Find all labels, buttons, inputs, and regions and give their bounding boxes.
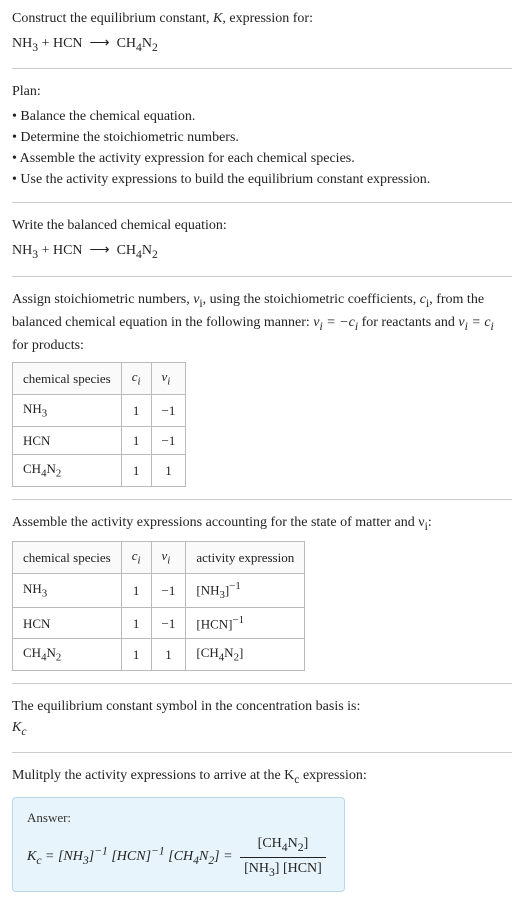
cell-nu: −1	[151, 395, 186, 427]
answer-label: Answer:	[27, 808, 330, 828]
col-ci: ci	[121, 542, 151, 574]
cell-nu: −1	[151, 426, 186, 455]
kc-symbol-section: The equilibrium constant symbol in the c…	[12, 696, 512, 740]
answer-expression: Kc = [NH3]−1 [HCN]−1 [CH4N2] = [CH4N2][N…	[27, 833, 330, 881]
cell-species: HCN	[13, 426, 122, 455]
cell-activity: [HCN]−1	[186, 608, 305, 639]
plan-item: Use the activity expressions to build th…	[12, 169, 512, 190]
fraction-numerator: [CH4N2]	[240, 833, 326, 857]
activity-intro: Assemble the activity expressions accoun…	[12, 512, 512, 535]
table-header-row: chemical species ci νi activity expressi…	[13, 542, 305, 574]
eq1: νi = −ci	[313, 315, 358, 330]
stoich-table: chemical species ci νi NH3 1 −1 HCN 1 −1…	[12, 362, 186, 487]
col-activity: activity expression	[186, 542, 305, 574]
table-row: CH4N2 1 1	[13, 455, 186, 487]
multiply-section: Mulitply the activity expressions to arr…	[12, 765, 512, 891]
kc-intro: The equilibrium constant symbol in the c…	[12, 696, 512, 717]
activity-section: Assemble the activity expressions accoun…	[12, 512, 512, 671]
col-species: chemical species	[13, 542, 122, 574]
plan-title: Plan:	[12, 81, 512, 102]
cell-species: CH4N2	[13, 455, 122, 487]
cell-nu: −1	[151, 608, 186, 639]
eq2: νi = ci	[458, 315, 493, 330]
divider	[12, 683, 512, 684]
prompt-tail: , expression for:	[222, 11, 313, 26]
cell-species: CH4N2	[13, 639, 122, 671]
cell-species: NH3	[13, 574, 122, 608]
stoich-intro: Assign stoichiometric numbers, νi, using…	[12, 289, 512, 357]
col-ci: ci	[121, 363, 151, 395]
col-species: chemical species	[13, 363, 122, 395]
cell-activity: [CH4N2]	[186, 639, 305, 671]
prompt-var: K	[213, 11, 222, 26]
cell-c: 1	[121, 426, 151, 455]
table-row: HCN 1 −1 [HCN]−1	[13, 608, 305, 639]
prompt-text: Construct the equilibrium constant,	[12, 11, 213, 26]
header-equation: NH3 + HCN ⟶ CH4N2	[12, 33, 512, 56]
cell-nu: −1	[151, 574, 186, 608]
plan-item: Assemble the activity expression for eac…	[12, 148, 512, 169]
plan-list: Balance the chemical equation. Determine…	[12, 106, 512, 190]
cell-c: 1	[121, 639, 151, 671]
cell-c: 1	[121, 455, 151, 487]
kc-symbol: Kc	[12, 717, 512, 740]
balanced-intro: Write the balanced chemical equation:	[12, 215, 512, 236]
plan-item: Determine the stoichiometric numbers.	[12, 127, 512, 148]
answer-box: Answer: Kc = [NH3]−1 [HCN]−1 [CH4N2] = […	[12, 797, 345, 892]
table-header-row: chemical species ci νi	[13, 363, 186, 395]
stoich-text: , using the stoichiometric coefficients,	[203, 292, 420, 307]
divider	[12, 752, 512, 753]
divider	[12, 499, 512, 500]
stoich-text: Assign stoichiometric numbers,	[12, 292, 193, 307]
divider	[12, 202, 512, 203]
cell-c: 1	[121, 395, 151, 427]
col-nui: νi	[151, 542, 186, 574]
cell-nu: 1	[151, 455, 186, 487]
activity-table: chemical species ci νi activity expressi…	[12, 541, 305, 671]
stoich-text: for reactants and	[358, 315, 458, 330]
balanced-section: Write the balanced chemical equation: NH…	[12, 215, 512, 263]
multiply-intro: Mulitply the activity expressions to arr…	[12, 765, 512, 788]
balanced-equation: NH3 + HCN ⟶ CH4N2	[12, 240, 512, 263]
cell-activity: [NH3]−1	[186, 574, 305, 608]
stoich-text: for products:	[12, 338, 84, 353]
cell-c: 1	[121, 574, 151, 608]
answer-lhs: Kc = [NH3]−1 [HCN]−1 [CH4N2] =	[27, 849, 236, 864]
plan-item: Balance the chemical equation.	[12, 106, 512, 127]
cell-species: NH3	[13, 395, 122, 427]
cell-nu: 1	[151, 639, 186, 671]
divider	[12, 276, 512, 277]
stoich-section: Assign stoichiometric numbers, νi , using…	[12, 289, 512, 488]
plan-section: Plan: Balance the chemical equation. Det…	[12, 81, 512, 190]
table-row: NH3 1 −1 [NH3]−1	[13, 574, 305, 608]
cell-species: HCN	[13, 608, 122, 639]
table-row: CH4N2 1 1 [CH4N2]	[13, 639, 305, 671]
header-section: Construct the equilibrium constant, K, e…	[12, 8, 512, 56]
cell-c: 1	[121, 608, 151, 639]
col-nui: νi	[151, 363, 186, 395]
table-row: NH3 1 −1	[13, 395, 186, 427]
table-row: HCN 1 −1	[13, 426, 186, 455]
fraction-denominator: [NH3] [HCN]	[240, 858, 326, 881]
answer-fraction: [CH4N2][NH3] [HCN]	[240, 833, 326, 881]
divider	[12, 68, 512, 69]
